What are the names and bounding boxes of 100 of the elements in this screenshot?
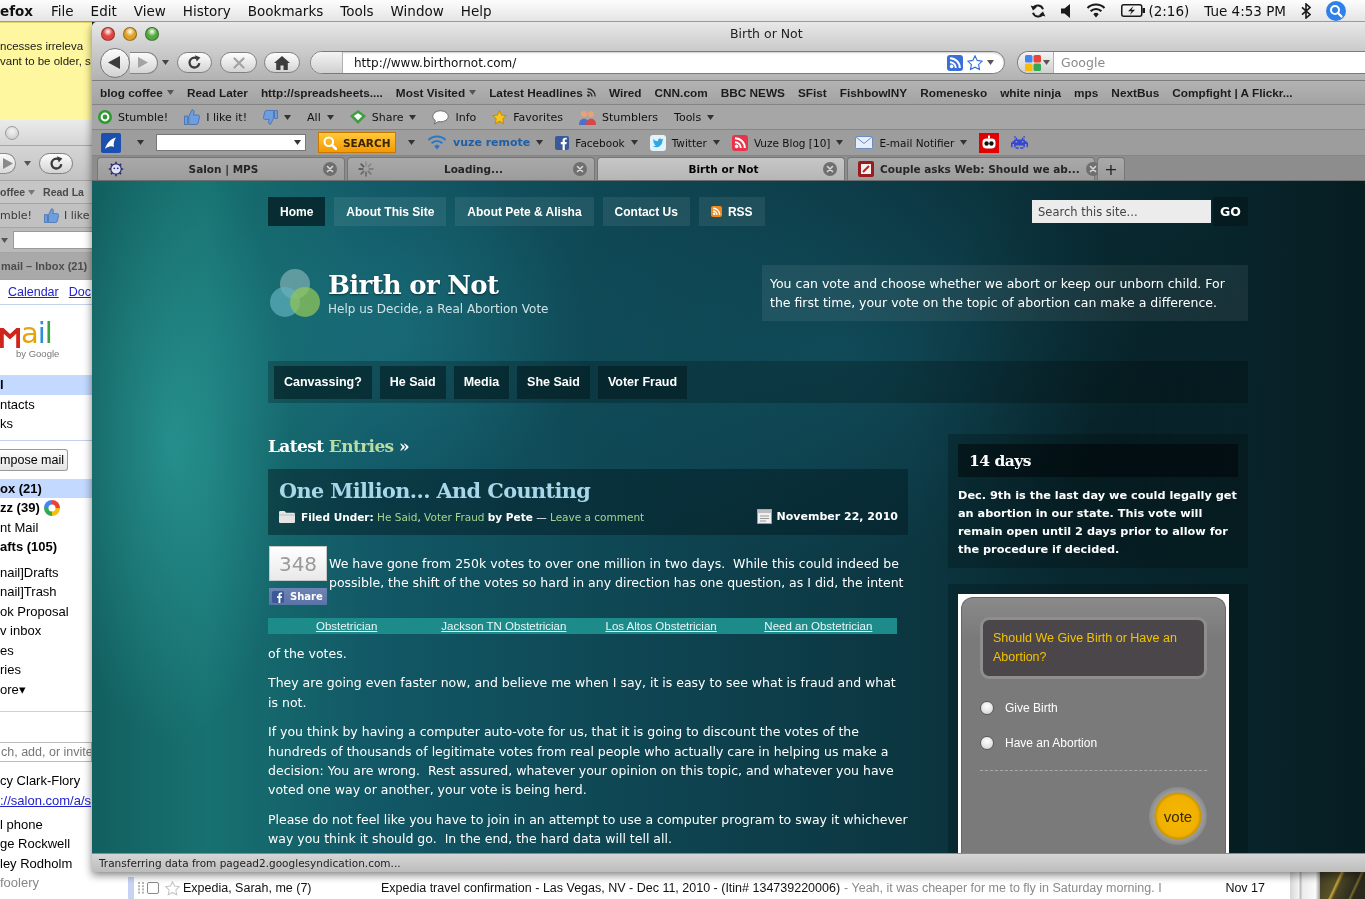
toolbar-button[interactable]: mble! bbox=[0, 209, 32, 222]
toolbar-button[interactable]: All bbox=[307, 110, 334, 124]
menu-item[interactable]: View bbox=[133, 2, 166, 19]
bluetooth-icon[interactable] bbox=[1301, 2, 1311, 19]
address-field[interactable]: http://www.birthornot.com/ bbox=[347, 55, 943, 70]
share-button[interactable]: Share bbox=[269, 588, 327, 605]
bookmark-folder[interactable]: blog coffee bbox=[100, 85, 174, 100]
star-icon[interactable] bbox=[967, 54, 983, 71]
nav-link[interactable]: RSS bbox=[698, 197, 765, 226]
status-link[interactable]: ://salon.com/a/s bbox=[0, 790, 92, 810]
bookmark[interactable]: Read Later bbox=[186, 85, 248, 100]
reload-button[interactable] bbox=[39, 152, 73, 174]
search-button[interactable]: SEARCH bbox=[318, 132, 396, 153]
category-link[interactable]: Canvassing? bbox=[274, 365, 372, 399]
toolbar-button[interactable]: Stumblers bbox=[579, 109, 659, 125]
label-item[interactable]: nail]Trash bbox=[0, 582, 92, 602]
toolbar-button[interactable]: Share bbox=[349, 110, 417, 124]
menu-item[interactable]: Window bbox=[390, 2, 444, 19]
radio-button[interactable] bbox=[980, 736, 994, 750]
ad-link[interactable]: Need an Obstetrician bbox=[764, 620, 873, 632]
nav-item[interactable]: ks bbox=[0, 414, 92, 434]
nav-link[interactable]: About Pete & Alisha bbox=[455, 197, 594, 226]
compose-button[interactable]: mpose mail bbox=[0, 448, 68, 471]
close-button[interactable] bbox=[101, 26, 115, 41]
drag-handle-icon[interactable] bbox=[138, 882, 144, 894]
toolbar-button[interactable]: I like bbox=[43, 208, 90, 223]
wifi-icon[interactable] bbox=[1086, 3, 1107, 18]
address-bar[interactable]: http://www.birthornot.com/ bbox=[310, 51, 1005, 74]
toolbar-button[interactable] bbox=[263, 109, 292, 125]
forward-button[interactable] bbox=[0, 152, 16, 174]
caret-icon[interactable] bbox=[162, 60, 169, 65]
link[interactable]: Doc bbox=[68, 285, 91, 299]
category-link[interactable]: Media bbox=[453, 365, 510, 399]
menu-item[interactable]: Tools bbox=[340, 2, 374, 19]
search-field[interactable] bbox=[156, 134, 306, 151]
tab[interactable]: Salon | MPS bbox=[97, 157, 345, 180]
label-item[interactable]: ries bbox=[0, 660, 92, 680]
search-field[interactable]: Search this site... bbox=[1032, 200, 1211, 223]
toolbar-button[interactable]: E-mail Notifier bbox=[855, 136, 968, 149]
bookmark[interactable]: Romenesko bbox=[920, 85, 988, 100]
bookmark[interactable]: CNN.com bbox=[654, 85, 708, 100]
tab[interactable]: Loading... bbox=[347, 157, 595, 180]
close-icon[interactable] bbox=[573, 162, 587, 176]
toolbar-button[interactable]: Tools bbox=[674, 110, 715, 124]
battery-icon[interactable] bbox=[1121, 4, 1146, 17]
toolbar-button[interactable]: Twitter bbox=[649, 134, 720, 151]
category-link[interactable]: She Said bbox=[517, 365, 590, 399]
checkbox[interactable] bbox=[147, 882, 159, 894]
bookmark[interactable]: offee bbox=[0, 186, 36, 198]
nav-link[interactable]: About This Site bbox=[334, 197, 447, 226]
bookmark[interactable]: mps bbox=[1074, 85, 1099, 100]
toolbar-button[interactable]: Stumble! bbox=[98, 110, 169, 124]
bookmark[interactable]: SFist bbox=[797, 85, 827, 100]
menu-item[interactable]: Bookmarks bbox=[247, 2, 324, 19]
contact-name[interactable]: cy Clark-Flory bbox=[0, 771, 92, 791]
caret-icon[interactable] bbox=[408, 140, 415, 145]
toolbar-button[interactable]: Info bbox=[432, 109, 477, 125]
option-label[interactable]: Have an Abortion bbox=[1005, 736, 1098, 750]
bookmark[interactable]: http://spreadsheets.... bbox=[260, 85, 383, 100]
tab[interactable]: mail – Inbox (21) bbox=[1, 260, 88, 272]
reload-button[interactable] bbox=[177, 52, 212, 73]
bookmark[interactable]: BBC NEWS bbox=[720, 85, 785, 100]
bookmark[interactable]: Compfight | A Flickr... bbox=[1172, 85, 1293, 100]
minimize-button[interactable] bbox=[123, 26, 137, 41]
close-icon[interactable] bbox=[823, 162, 837, 176]
nav-item[interactable]: l bbox=[0, 375, 92, 395]
label-item[interactable]: nt Mail bbox=[0, 517, 92, 537]
search-field[interactable] bbox=[13, 231, 93, 249]
ad-link[interactable]: Jackson TN Obstetrician bbox=[441, 620, 567, 632]
label-item[interactable]: afts (105) bbox=[0, 537, 92, 557]
menu-item[interactable]: History bbox=[182, 2, 231, 19]
more-link[interactable]: ore▾ bbox=[0, 679, 92, 699]
menu-item[interactable]: File bbox=[51, 2, 74, 19]
nav-item[interactable]: ntacts bbox=[0, 394, 92, 414]
link[interactable]: Calendar bbox=[8, 285, 59, 299]
category-link[interactable]: Voter Fraud bbox=[424, 510, 485, 523]
bookmark[interactable]: white ninja bbox=[1000, 85, 1062, 100]
label-item[interactable]: es bbox=[0, 640, 92, 660]
contact-name[interactable]: l phone bbox=[0, 814, 92, 834]
caret-icon[interactable] bbox=[24, 160, 31, 166]
bookmark[interactable]: FishbowlNY bbox=[839, 85, 908, 100]
bookmark[interactable]: Read La bbox=[43, 186, 84, 198]
contact-name[interactable]: ley Rodholm bbox=[0, 853, 92, 873]
ad-link[interactable]: Obstetrician bbox=[315, 620, 378, 632]
tab[interactable]: Birth or Not bbox=[597, 157, 845, 180]
toolbar-button[interactable] bbox=[101, 132, 144, 153]
option-label[interactable]: Give Birth bbox=[1005, 701, 1058, 715]
home-button[interactable] bbox=[264, 52, 300, 73]
menu-item[interactable]: Edit bbox=[90, 2, 117, 19]
search-bar[interactable]: Google bbox=[1017, 51, 1365, 74]
vote-button[interactable]: vote bbox=[1149, 787, 1207, 845]
caret-icon[interactable] bbox=[1, 237, 8, 243]
robot-icon[interactable] bbox=[979, 132, 1000, 153]
toolbar-button[interactable]: Favorites bbox=[492, 109, 563, 125]
bookmark-folder[interactable]: Most Visited bbox=[395, 85, 477, 100]
category-link[interactable]: Voter Fraud bbox=[597, 365, 688, 399]
zoom-button[interactable] bbox=[145, 26, 159, 41]
toolbar-button[interactable]: Vuze Blog [10] bbox=[731, 134, 844, 151]
speaker-icon[interactable] bbox=[1061, 3, 1072, 18]
tab[interactable]: Couple asks Web: Should we ab... bbox=[847, 157, 1095, 180]
